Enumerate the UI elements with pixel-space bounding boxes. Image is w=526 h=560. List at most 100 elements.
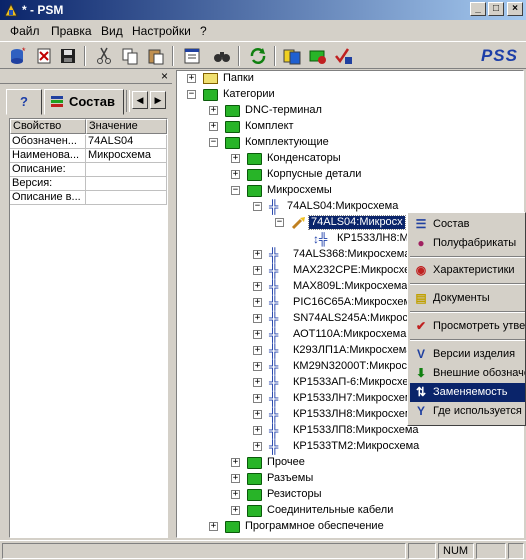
tree-node-label: PIC16C65A:Микросхема bbox=[293, 296, 418, 308]
chip-icon: ╬ bbox=[269, 295, 279, 310]
collapse-icon[interactable]: − bbox=[231, 186, 240, 195]
collapse-icon[interactable]: − bbox=[253, 202, 262, 211]
expand-icon[interactable]: + bbox=[231, 458, 240, 467]
find-icon[interactable] bbox=[212, 46, 232, 66]
grid-header-property[interactable]: Свойство bbox=[10, 119, 86, 134]
tree-node-label: 74ALS04:Микросхема bbox=[287, 200, 399, 212]
collapse-icon[interactable]: − bbox=[187, 90, 196, 99]
tree-node-label: Резисторы bbox=[267, 488, 322, 500]
tree-node-label: Разъемы bbox=[267, 472, 314, 484]
menu-item-view-approvals[interactable]: ✔ Просмотреть утверждения bbox=[410, 317, 525, 336]
menu-help[interactable]: ? bbox=[200, 24, 207, 38]
cut-icon[interactable] bbox=[94, 46, 114, 66]
expand-icon[interactable]: + bbox=[253, 266, 262, 275]
menu-item-semifinished[interactable]: ● Полуфабрикаты bbox=[410, 234, 525, 253]
tab-sostav[interactable]: Состав bbox=[44, 89, 124, 115]
property-value: Микросхема bbox=[86, 149, 167, 163]
maximize-button[interactable]: □ bbox=[488, 2, 504, 16]
expand-icon[interactable]: + bbox=[231, 170, 240, 179]
documents-icon[interactable] bbox=[282, 46, 302, 66]
expand-icon[interactable]: + bbox=[253, 362, 262, 371]
expand-icon[interactable]: + bbox=[253, 250, 262, 259]
new-item-icon[interactable]: * bbox=[8, 46, 28, 66]
tab-prev-icon[interactable]: ◀ bbox=[132, 91, 148, 109]
property-name: Описание: bbox=[10, 163, 86, 177]
expand-icon[interactable]: + bbox=[253, 426, 262, 435]
expand-icon[interactable]: + bbox=[231, 506, 240, 515]
category-folder-icon bbox=[247, 457, 262, 469]
menu-item-where-used[interactable]: Y Где используется bbox=[410, 402, 525, 421]
menu-file[interactable]: Файл bbox=[10, 24, 40, 38]
panel-close-icon[interactable]: × bbox=[161, 69, 168, 83]
grid-header-value[interactable]: Значение bbox=[86, 119, 167, 134]
tree-node-label: Прочее bbox=[267, 456, 305, 468]
expand-icon[interactable]: + bbox=[253, 330, 262, 339]
tab-help[interactable]: ? bbox=[6, 89, 42, 115]
chip-icon: ╬ bbox=[269, 247, 279, 262]
menu-item-characteristics[interactable]: ◉ Характеристики bbox=[410, 261, 525, 280]
tree-node-label: К293ЛП1А:Микросхема bbox=[293, 344, 413, 356]
property-name: Описание в... bbox=[10, 191, 86, 205]
expand-icon[interactable]: + bbox=[209, 522, 218, 531]
expand-icon[interactable]: + bbox=[231, 154, 240, 163]
category-folder-icon bbox=[225, 521, 240, 533]
menu-item-external-designations[interactable]: ⬇ Внешние обозначения bbox=[410, 364, 525, 383]
category-folder-icon bbox=[247, 505, 262, 517]
expand-icon[interactable]: + bbox=[253, 314, 262, 323]
properties-icon[interactable] bbox=[182, 46, 202, 66]
expand-icon[interactable]: + bbox=[209, 106, 218, 115]
panel-tabs: ? Состав ◀ ▶ bbox=[4, 88, 168, 116]
minimize-button[interactable]: _ bbox=[470, 2, 486, 16]
menu-item-label: Заменяемость bbox=[433, 386, 508, 398]
property-row[interactable]: Описание в... bbox=[10, 191, 167, 205]
chip-icon: ╬ bbox=[269, 263, 279, 278]
property-row[interactable]: Версия: bbox=[10, 177, 167, 191]
menu-item-replaceability[interactable]: ⇅ Заменяемость bbox=[410, 383, 525, 402]
approve-folder-icon[interactable] bbox=[308, 46, 328, 66]
property-row[interactable]: Наименова... Микросхема bbox=[10, 149, 167, 163]
tree-node-label: КР1533ЛН8:М bbox=[337, 232, 409, 244]
expand-icon[interactable]: + bbox=[231, 490, 240, 499]
property-row[interactable]: Обозначен... 74ALS04 bbox=[10, 135, 167, 149]
replace-icon: ⇅ bbox=[413, 385, 429, 400]
expand-icon[interactable]: + bbox=[253, 394, 262, 403]
expand-icon[interactable]: + bbox=[253, 442, 262, 451]
copy-icon[interactable] bbox=[120, 46, 140, 66]
expand-icon[interactable]: + bbox=[253, 346, 262, 355]
folder-icon bbox=[203, 73, 218, 84]
menu-item-versions[interactable]: V Версии изделия bbox=[410, 345, 525, 364]
close-button[interactable]: × bbox=[507, 2, 523, 16]
delete-icon[interactable] bbox=[34, 46, 54, 66]
collapse-icon[interactable]: − bbox=[275, 218, 284, 227]
tree-node-label: КР1533ЛН8:Микросхема bbox=[293, 408, 419, 420]
menu-edit[interactable]: Правка bbox=[51, 24, 92, 38]
expand-icon[interactable]: + bbox=[231, 474, 240, 483]
menu-settings[interactable]: Настройки bbox=[132, 24, 191, 38]
expand-icon[interactable]: + bbox=[253, 410, 262, 419]
toolbar-separator bbox=[274, 46, 276, 66]
property-row[interactable]: Описание: bbox=[10, 163, 167, 177]
expand-icon[interactable]: + bbox=[209, 122, 218, 131]
left-panel: × ? Состав ◀ ▶ Свойство Значение Обознач… bbox=[0, 69, 172, 538]
expand-icon[interactable]: + bbox=[253, 298, 262, 307]
resize-grip-icon[interactable] bbox=[508, 543, 524, 559]
category-folder-icon bbox=[203, 89, 218, 101]
expand-icon[interactable]: + bbox=[187, 74, 196, 83]
save-icon[interactable] bbox=[58, 46, 78, 66]
menu-view[interactable]: Вид bbox=[101, 24, 123, 38]
category-folder-icon bbox=[225, 137, 240, 149]
menu-item-structure[interactable]: ☰ Состав bbox=[410, 215, 525, 234]
refresh-icon[interactable] bbox=[248, 46, 268, 66]
collapse-icon[interactable]: − bbox=[209, 138, 218, 147]
paste-icon[interactable] bbox=[146, 46, 166, 66]
check-icon[interactable] bbox=[334, 46, 354, 66]
tab-next-icon[interactable]: ▶ bbox=[150, 91, 166, 109]
expand-icon[interactable]: + bbox=[253, 378, 262, 387]
expand-icon[interactable]: + bbox=[253, 282, 262, 291]
status-bar: NUM bbox=[0, 540, 526, 560]
category-folder-icon bbox=[247, 153, 262, 165]
property-value bbox=[86, 191, 167, 205]
title-bar: * - PSM _ □ × bbox=[0, 0, 526, 20]
tab-separator bbox=[126, 90, 130, 112]
menu-item-documents[interactable]: ▤ Документы bbox=[410, 289, 525, 308]
